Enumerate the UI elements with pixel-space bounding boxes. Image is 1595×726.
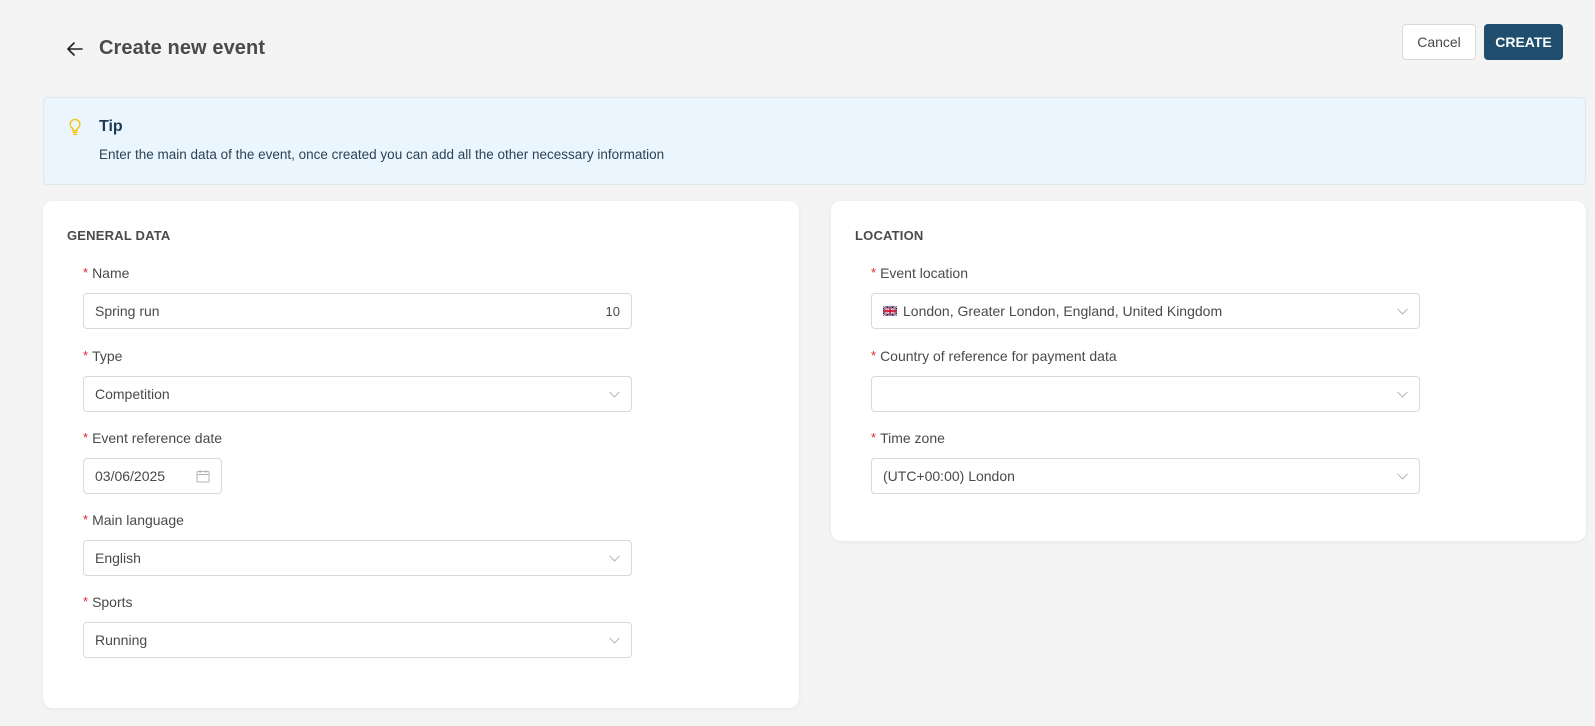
char-counter: 10 <box>605 303 620 319</box>
required-marker: * <box>83 265 89 280</box>
date-value: 03/06/2025 <box>95 468 166 484</box>
chevron-down-icon <box>608 388 620 400</box>
section-title-location: LOCATION <box>855 228 924 243</box>
tip-title: Tip <box>99 118 123 135</box>
create-button[interactable]: CREATE <box>1484 24 1563 60</box>
field-time-zone: * Time zone (UTC+00:00) London <box>871 428 1420 494</box>
type-select[interactable]: Competition <box>83 376 632 412</box>
field-name: * Name Spring run 10 <box>83 263 632 329</box>
time-zone-select[interactable]: (UTC+00:00) London <box>871 458 1420 494</box>
field-date: * Event reference date 03/06/2025 <box>83 428 222 494</box>
name-input[interactable]: Spring run 10 <box>83 293 632 329</box>
lightbulb-icon <box>69 118 81 135</box>
payment-country-select[interactable] <box>871 376 1420 412</box>
field-label: * Time zone <box>871 428 1420 448</box>
field-label: * Name <box>83 263 632 283</box>
field-label: * Main language <box>83 510 632 530</box>
required-marker: * <box>871 348 877 363</box>
payment-country-label: Country of reference for payment data <box>880 348 1117 364</box>
field-label: * Event reference date <box>83 428 222 448</box>
page-title: Create new event <box>99 37 266 59</box>
type-label: Type <box>92 348 123 364</box>
arrow-left-icon <box>67 42 83 56</box>
sports-label: Sports <box>92 594 133 610</box>
location-card: LOCATION * Event location London, Greate… <box>831 201 1586 541</box>
chevron-down-icon <box>608 634 620 646</box>
event-location-value: London, Greater London, England, United … <box>903 303 1223 319</box>
required-marker: * <box>83 348 89 363</box>
time-zone-label: Time zone <box>880 430 945 446</box>
name-value: Spring run <box>95 303 160 319</box>
required-marker: * <box>871 430 877 445</box>
date-label: Event reference date <box>92 430 223 446</box>
chevron-down-icon <box>608 552 620 564</box>
general-data-card: GENERAL DATA * Name Spring run 10 * Type… <box>43 201 799 708</box>
back-button[interactable] <box>64 38 86 60</box>
field-label: * Event location <box>871 263 1420 283</box>
required-marker: * <box>871 265 877 280</box>
type-value: Competition <box>95 386 170 402</box>
required-marker: * <box>83 594 89 609</box>
sports-value: Running <box>95 632 148 648</box>
calendar-icon <box>196 470 210 483</box>
page-header: Create new event Cancel CREATE <box>0 0 1595 90</box>
language-label: Main language <box>92 512 184 528</box>
field-type: * Type Competition <box>83 346 632 412</box>
field-label: * Country of reference for payment data <box>871 346 1420 366</box>
event-location-select[interactable]: London, Greater London, England, United … <box>871 293 1420 329</box>
cancel-button[interactable]: Cancel <box>1402 24 1476 60</box>
field-payment-country: * Country of reference for payment data <box>871 346 1420 412</box>
sports-select[interactable]: Running <box>83 622 632 658</box>
chevron-down-icon <box>1396 470 1408 482</box>
chevron-down-icon <box>1396 305 1408 317</box>
uk-flag-icon <box>883 306 897 316</box>
field-sports: * Sports Running <box>83 592 632 658</box>
language-select[interactable]: English <box>83 540 632 576</box>
field-language: * Main language English <box>83 510 632 576</box>
event-location-label: Event location <box>880 265 969 281</box>
language-value: English <box>95 550 141 566</box>
field-label: * Sports <box>83 592 632 612</box>
required-marker: * <box>83 430 89 445</box>
date-input[interactable]: 03/06/2025 <box>83 458 222 494</box>
name-label: Name <box>92 265 130 281</box>
section-title-general: GENERAL DATA <box>67 228 171 243</box>
tip-text: Enter the main data of the event, once c… <box>99 147 665 162</box>
tip-banner: Tip Enter the main data of the event, on… <box>43 97 1586 185</box>
required-marker: * <box>83 512 89 527</box>
field-label: * Type <box>83 346 632 366</box>
chevron-down-icon <box>1396 388 1408 400</box>
field-event-location: * Event location London, Greater London,… <box>871 263 1420 329</box>
time-zone-value: (UTC+00:00) London <box>883 468 1015 484</box>
